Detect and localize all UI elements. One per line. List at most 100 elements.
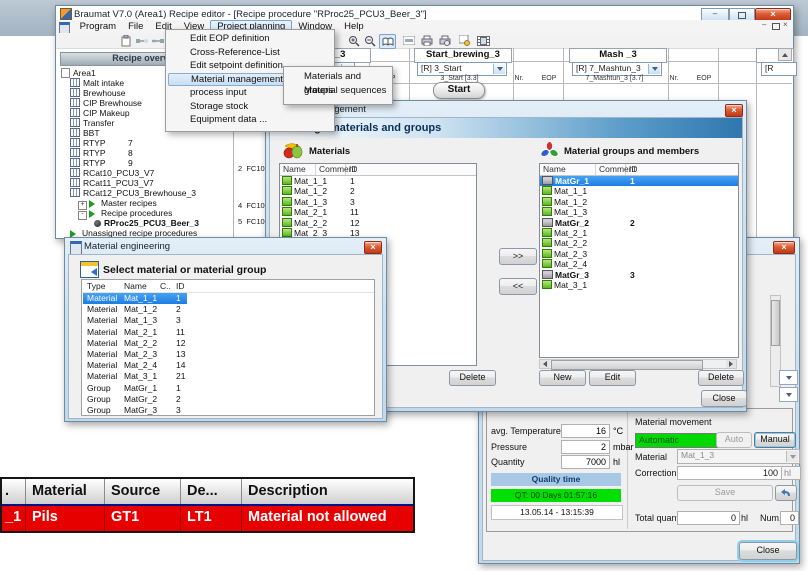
close-icon[interactable]: × [364, 241, 382, 254]
correction-input[interactable]: 100 [677, 466, 782, 480]
mdi-close-button[interactable]: × [783, 20, 788, 29]
measurement-value[interactable]: 16 [561, 424, 610, 438]
group-list-item[interactable]: MatGr_33 [540, 270, 738, 280]
add-to-group-button[interactable]: >> [499, 248, 537, 265]
undo-button[interactable] [775, 485, 797, 501]
link-next-icon[interactable] [150, 34, 165, 47]
print-preview-icon[interactable] [437, 34, 452, 47]
delete-group-button[interactable]: Delete [698, 370, 744, 386]
recipe-unit-combo[interactable]: [R] 7_Mashtun_3 [572, 62, 662, 76]
group-list-item[interactable]: Mat_2_2 [540, 238, 738, 248]
table-row[interactable]: MaterialMat_1_11 [82, 293, 374, 304]
manual-button[interactable]: Manual [754, 432, 796, 448]
column-header[interactable]: Name [124, 280, 160, 292]
delete-material-button[interactable]: Delete [449, 370, 496, 386]
table-row[interactable]: MaterialMat_2_111 [82, 327, 374, 338]
table-row[interactable]: MaterialMat_2_414 [82, 360, 374, 371]
column-header[interactable]: Name [280, 164, 316, 175]
scrollbar-thumb[interactable] [771, 300, 780, 346]
tree-item[interactable]: RTYP7 [58, 138, 232, 148]
table-row[interactable]: GroupMatGr_11 [82, 383, 374, 394]
recipe-unit-combo[interactable]: [R] 3_Start [417, 62, 507, 76]
submenu-item[interactable]: Materials and groups [284, 70, 392, 84]
submenu-item[interactable]: Material sequences [284, 84, 392, 98]
table-row[interactable]: MaterialMat_1_22 [82, 304, 374, 315]
horizontal-scrollbar[interactable] [539, 359, 737, 369]
save-button[interactable]: Save [677, 485, 773, 501]
mini-combo[interactable] [779, 387, 798, 402]
menu-item[interactable]: Program [74, 20, 122, 33]
start-node[interactable]: Start [433, 82, 485, 99]
material-combo[interactable]: Mat_1_3 [677, 449, 800, 464]
scrollbar-thumb[interactable] [551, 360, 703, 370]
tree-item[interactable]: RCat11_PCU3_V7 [58, 178, 232, 188]
table-row[interactable]: MaterialMat_2_212 [82, 338, 374, 349]
column-header[interactable]: ID [346, 164, 470, 175]
error-table-row[interactable]: _1PilsGT1LT1Material not allowed [2, 504, 413, 531]
film-icon[interactable] [476, 34, 491, 47]
group-list-item[interactable]: MatGr_11 [540, 176, 738, 186]
menu-item[interactable]: Edit EOP definition [166, 32, 334, 46]
column-header[interactable]: Comment [316, 164, 346, 175]
recipe-unit-combo-partial[interactable]: [R [761, 62, 797, 76]
table-row[interactable]: MaterialMat_2_313 [82, 349, 374, 360]
group-list-item[interactable]: Mat_1_2 [540, 197, 738, 207]
tree-item[interactable]: +Master recipes [58, 198, 232, 208]
group-list-item[interactable]: MatGr_22 [540, 218, 738, 228]
remove-from-group-button[interactable]: << [499, 278, 537, 295]
auto-button[interactable]: Auto [716, 432, 752, 448]
material-list-item[interactable]: Mat_1_11 [280, 176, 476, 186]
tree-item[interactable]: RCat10_PCU3_V7 [58, 168, 232, 178]
fit-width-icon[interactable] [401, 34, 416, 47]
table-row[interactable]: MaterialMat_3_121 [82, 371, 374, 382]
column-header[interactable]: C.. [160, 280, 176, 292]
close-icon[interactable]: × [773, 241, 795, 254]
table-row[interactable]: MaterialMat_1_33 [82, 315, 374, 326]
group-list-item[interactable]: Mat_2_4 [540, 259, 738, 269]
group-list-item[interactable]: Mat_1_3 [540, 207, 738, 217]
group-list-item[interactable]: Mat_1_1 [540, 186, 738, 196]
clipboard-icon[interactable] [118, 34, 133, 47]
menu-item[interactable]: Cross-Reference-List [166, 46, 334, 60]
menu-item[interactable]: Equipment data ... [166, 113, 334, 127]
table-row[interactable]: GroupMatGr_22 [82, 394, 374, 405]
group-list-item[interactable]: Mat_2_1 [540, 228, 738, 238]
tree-item[interactable]: -Recipe procedures [58, 208, 232, 218]
mini-combo[interactable] [779, 370, 798, 385]
scroll-up-icon[interactable] [778, 48, 792, 61]
material-list-item[interactable]: Mat_1_22 [280, 186, 476, 196]
new-group-button[interactable]: New [539, 370, 586, 386]
measurement-value[interactable]: 2 [561, 440, 610, 454]
menu-item[interactable]: File [122, 20, 149, 33]
print-icon[interactable] [419, 34, 434, 47]
column-header[interactable]: Type [82, 280, 124, 292]
tree-item[interactable]: RTYP8 [58, 148, 232, 158]
column-header[interactable]: ID [626, 164, 732, 175]
title-bar[interactable]: Braumat V7.0 (Area1) Recipe editor - [Re… [56, 6, 793, 20]
tree-item[interactable]: RCat12_PCU3_Brewhouse_3 [58, 188, 232, 198]
edit-group-button[interactable]: Edit [589, 370, 636, 386]
process-close-button[interactable]: Close [739, 542, 797, 560]
column-header[interactable]: Name [540, 164, 596, 175]
measurement-value[interactable]: 7000 [561, 455, 610, 469]
zoom-in-icon[interactable] [346, 34, 361, 47]
overview-book-icon[interactable] [379, 34, 396, 49]
material-list-item[interactable]: Mat_1_33 [280, 197, 476, 207]
group-list-item[interactable]: Mat_3_1 [540, 280, 738, 290]
mm-close-button[interactable]: Close [701, 390, 747, 407]
table-row[interactable]: GroupMatGr_33 [82, 405, 374, 416]
certificate-icon[interactable] [457, 34, 472, 47]
material-list-item[interactable]: Mat_2_212 [280, 218, 476, 228]
group-list-item[interactable]: Mat_2_3 [540, 249, 738, 259]
mdi-minimize-button[interactable]: – [762, 20, 766, 29]
material-list-item[interactable]: Mat_2_111 [280, 207, 476, 217]
column-header[interactable]: Comment [596, 164, 626, 175]
tree-item[interactable]: RProc25_PCU3_Beer_3 [58, 218, 232, 228]
menu-item[interactable]: Help [338, 20, 370, 33]
tree-item[interactable]: RTYP9 [58, 158, 232, 168]
link-prev-icon[interactable] [134, 34, 149, 47]
mdi-restore-button[interactable] [772, 23, 780, 30]
zoom-out-icon[interactable] [362, 34, 377, 47]
column-header[interactable]: ID [176, 280, 185, 292]
close-icon[interactable]: × [725, 104, 743, 117]
